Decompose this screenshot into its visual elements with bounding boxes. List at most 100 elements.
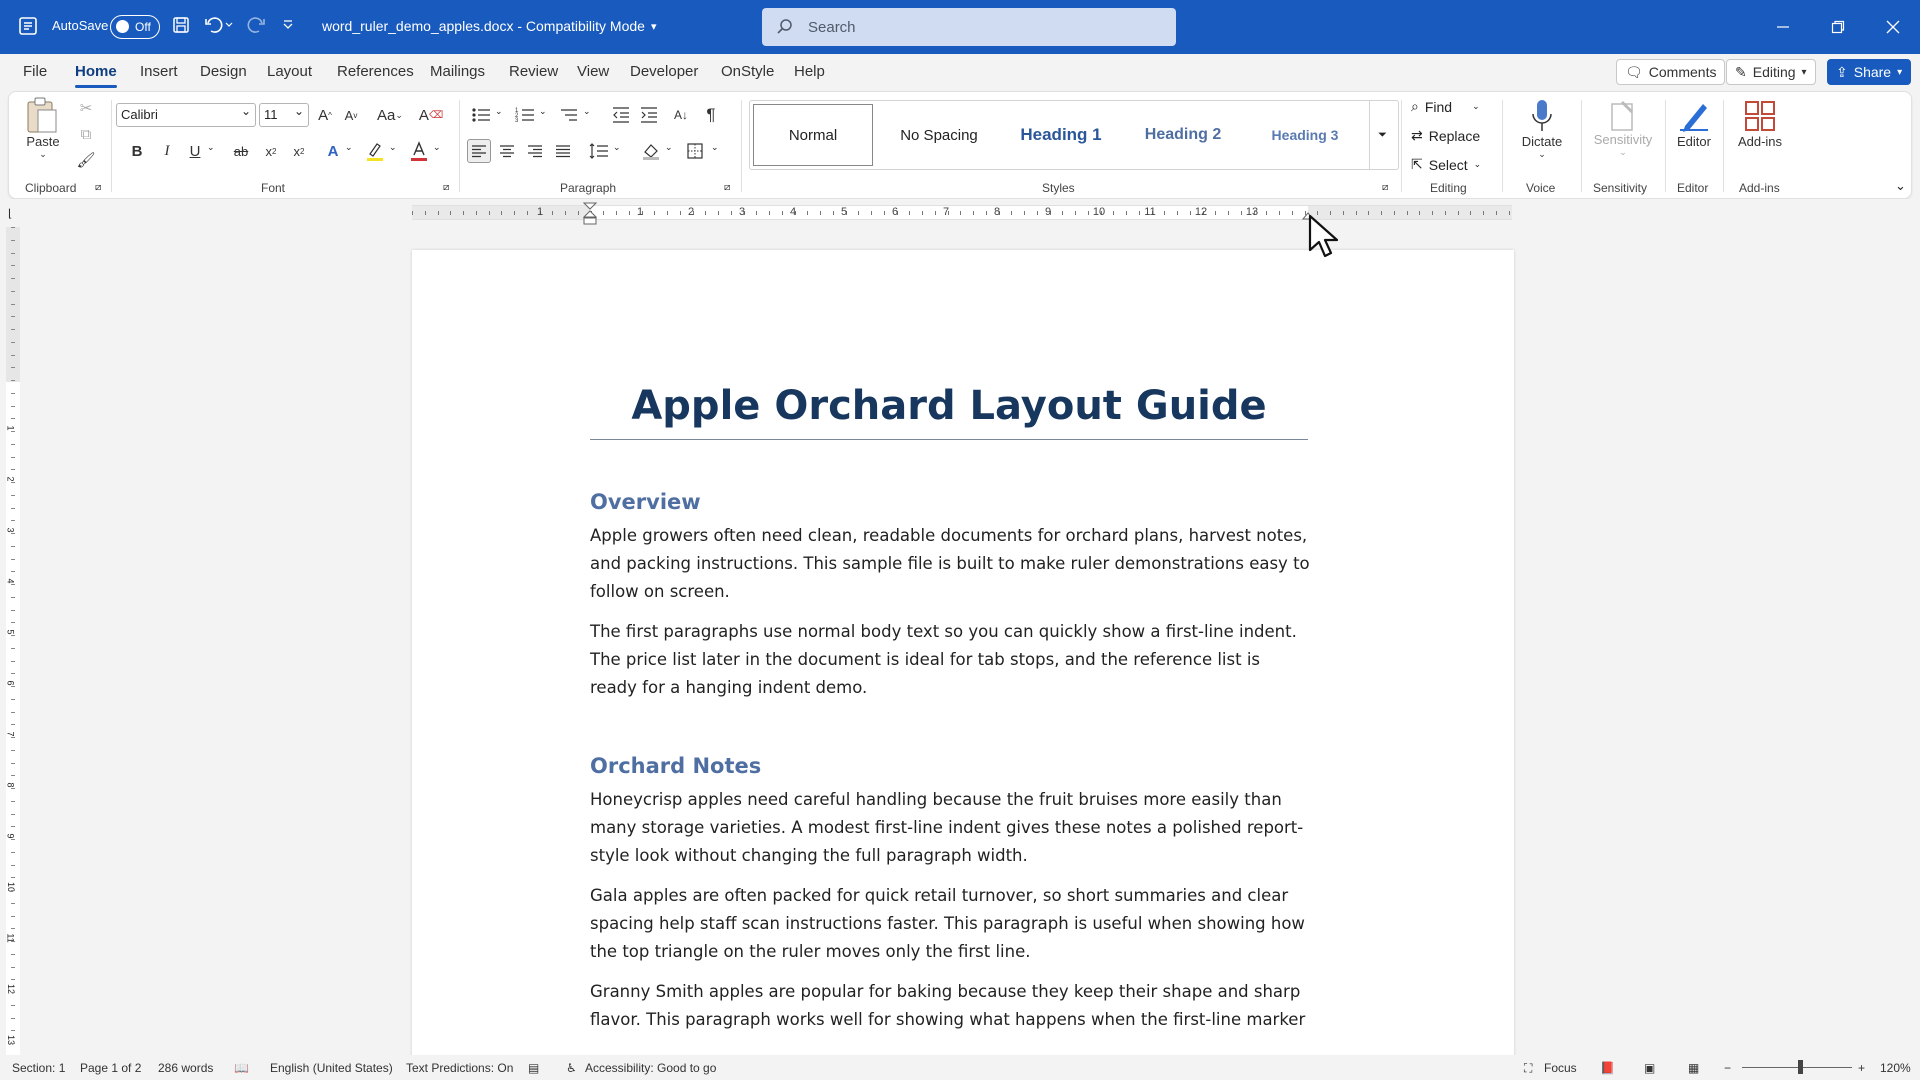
focus-button[interactable]: Focus (1544, 1061, 1577, 1075)
tab-layout[interactable]: Layout (267, 63, 312, 80)
select-button[interactable]: ⇱ Select ⌄ (1411, 156, 1481, 173)
zoom-out-icon[interactable]: − (1724, 1061, 1731, 1075)
show-hide-marks-icon[interactable]: ¶ (699, 103, 723, 127)
save-icon[interactable] (172, 16, 190, 34)
paste-button[interactable]: Paste ⌄ (23, 96, 63, 160)
text-effects-icon[interactable]: A (321, 139, 345, 163)
read-mode-icon[interactable]: 📕 (1600, 1061, 1615, 1075)
font-color-icon[interactable] (407, 139, 431, 163)
copy-icon[interactable]: ⧉ (74, 122, 98, 146)
close-button[interactable] (1866, 0, 1920, 54)
dialog-launcher-icon[interactable]: ⧄ (95, 182, 101, 193)
line-spacing-icon[interactable] (587, 139, 611, 163)
editor-button[interactable]: Editor (1669, 98, 1719, 149)
highlight-icon[interactable] (363, 139, 387, 163)
numbering-icon[interactable]: 123 (513, 103, 537, 127)
justify-icon[interactable] (551, 139, 575, 163)
vertical-ruler[interactable]: 1 2 3 4 5 6 7 8 9 10 11 12 13 (6, 227, 20, 1055)
tab-view[interactable]: View (577, 63, 609, 80)
comments-button[interactable]: 🗨 Comments (1616, 59, 1726, 85)
status-accessibility[interactable]: Accessibility: Good to go (585, 1061, 716, 1075)
sensitivity-button[interactable]: Sensitivity ⌄ (1585, 98, 1661, 158)
redo-icon[interactable] (246, 15, 266, 35)
accessibility-icon[interactable]: ♿ (566, 1061, 577, 1075)
italic-icon[interactable]: I (155, 139, 179, 163)
tab-developer[interactable]: Developer (630, 63, 698, 80)
tab-file[interactable]: File (23, 63, 47, 80)
zoom-level[interactable]: 120% (1880, 1061, 1911, 1075)
tab-mailings[interactable]: Mailings (430, 63, 485, 80)
paragraph[interactable]: Gala apples are often packed for quick r… (590, 882, 1310, 966)
focus-icon[interactable]: ⛶ (1524, 1061, 1532, 1076)
chevron-down-icon[interactable]: ⌄ (539, 106, 547, 117)
minimize-button[interactable] (1756, 0, 1810, 54)
zoom-in-icon[interactable]: + (1858, 1061, 1865, 1075)
change-case-icon[interactable]: Aa ⌄ (373, 103, 407, 127)
status-language[interactable]: English (United States) (270, 1061, 393, 1075)
align-right-icon[interactable] (523, 139, 547, 163)
tab-design[interactable]: Design (200, 63, 247, 80)
paragraph[interactable]: Honeycrisp apples need careful handling … (590, 786, 1310, 870)
status-page[interactable]: Page 1 of 2 (80, 1061, 141, 1075)
chevron-down-icon[interactable]: ⌄ (207, 142, 215, 153)
chevron-down-icon[interactable]: ⌄ (345, 142, 353, 153)
multilevel-list-icon[interactable] (557, 103, 581, 127)
align-center-icon[interactable] (495, 139, 519, 163)
customize-qat-icon[interactable] (282, 20, 294, 30)
collapse-ribbon-icon[interactable]: ⌄ (1895, 178, 1906, 194)
chevron-down-icon[interactable]: ⌄ (495, 106, 503, 117)
document-title[interactable]: word_ruler_demo_apples.docx - Compatibil… (322, 18, 656, 34)
dialog-launcher-icon[interactable]: ⧄ (1382, 182, 1388, 193)
paragraph[interactable]: Granny Smith apples are popular for baki… (590, 978, 1310, 1034)
document-heading[interactable]: Apple Orchard Layout Guide (590, 383, 1308, 440)
sort-icon[interactable]: A↓ (669, 103, 693, 127)
increase-indent-icon[interactable] (637, 103, 661, 127)
word-app-icon[interactable] (18, 16, 38, 36)
chevron-down-icon[interactable]: ⌄ (389, 142, 397, 153)
styles-more-icon[interactable]: ⏷ (1369, 100, 1395, 170)
dictate-button[interactable]: Dictate ⌄ (1512, 98, 1572, 160)
font-name-select[interactable]: Calibri (116, 103, 256, 127)
dialog-launcher-icon[interactable]: ⧄ (724, 182, 730, 193)
tab-insert[interactable]: Insert (140, 63, 178, 80)
shading-icon[interactable] (639, 139, 663, 163)
chevron-down-icon[interactable]: ⌄ (433, 142, 441, 153)
restore-button[interactable] (1811, 0, 1865, 54)
status-word-count[interactable]: 286 words (158, 1061, 213, 1075)
chevron-down-icon[interactable]: ⌄ (711, 142, 719, 153)
undo-icon[interactable] (204, 15, 234, 35)
indent-markers[interactable] (583, 202, 597, 226)
subscript-icon[interactable]: x2 (259, 139, 283, 163)
shrink-font-icon[interactable]: Av (339, 103, 363, 127)
section-heading-overview[interactable]: Overview (590, 490, 701, 514)
paragraph[interactable]: Apple growers often need clean, readable… (590, 522, 1310, 606)
editing-mode-button[interactable]: ✎ Editing ▾ (1726, 59, 1816, 85)
tab-review[interactable]: Review (509, 63, 558, 80)
print-layout-icon[interactable]: ▣ (1644, 1061, 1655, 1075)
tab-references[interactable]: References (337, 63, 414, 80)
font-size-select[interactable]: 11 (259, 103, 309, 127)
proofing-icon[interactable]: 📖 (234, 1061, 249, 1075)
style-no-spacing[interactable]: No Spacing (879, 104, 999, 166)
cut-icon[interactable]: ✂ (74, 96, 98, 120)
status-text-predictions[interactable]: Text Predictions: On (406, 1061, 513, 1075)
style-normal[interactable]: Normal (753, 104, 873, 166)
decrease-indent-icon[interactable] (609, 103, 633, 127)
grow-font-icon[interactable]: A ^ (313, 103, 337, 127)
search-box[interactable]: Search (762, 8, 1176, 46)
style-heading-3[interactable]: Heading 3 (1245, 104, 1365, 166)
find-button[interactable]: ⌕ Find ⌄ (1411, 98, 1480, 115)
horizontal-ruler[interactable]: ⌊ 1 1 2 3 4 5 6 7 8 9 10 11 12 13 (0, 199, 1920, 227)
macro-icon[interactable]: ▤ (528, 1061, 539, 1075)
tab-help[interactable]: Help (794, 63, 825, 80)
borders-icon[interactable] (683, 139, 707, 163)
superscript-icon[interactable]: x2 (287, 139, 311, 163)
ruler-bar[interactable]: 1 1 2 3 4 5 6 7 8 9 10 11 12 13 (412, 202, 1512, 225)
align-left-icon[interactable] (467, 139, 491, 163)
replace-button[interactable]: ⇄ Replace (1411, 127, 1480, 144)
chevron-down-icon[interactable]: ⌄ (583, 106, 591, 117)
style-heading-2[interactable]: Heading 2 (1123, 104, 1243, 166)
zoom-slider-thumb[interactable] (1798, 1060, 1803, 1074)
addins-button[interactable]: Add-ins (1727, 98, 1793, 149)
zoom-slider[interactable] (1742, 1067, 1852, 1068)
